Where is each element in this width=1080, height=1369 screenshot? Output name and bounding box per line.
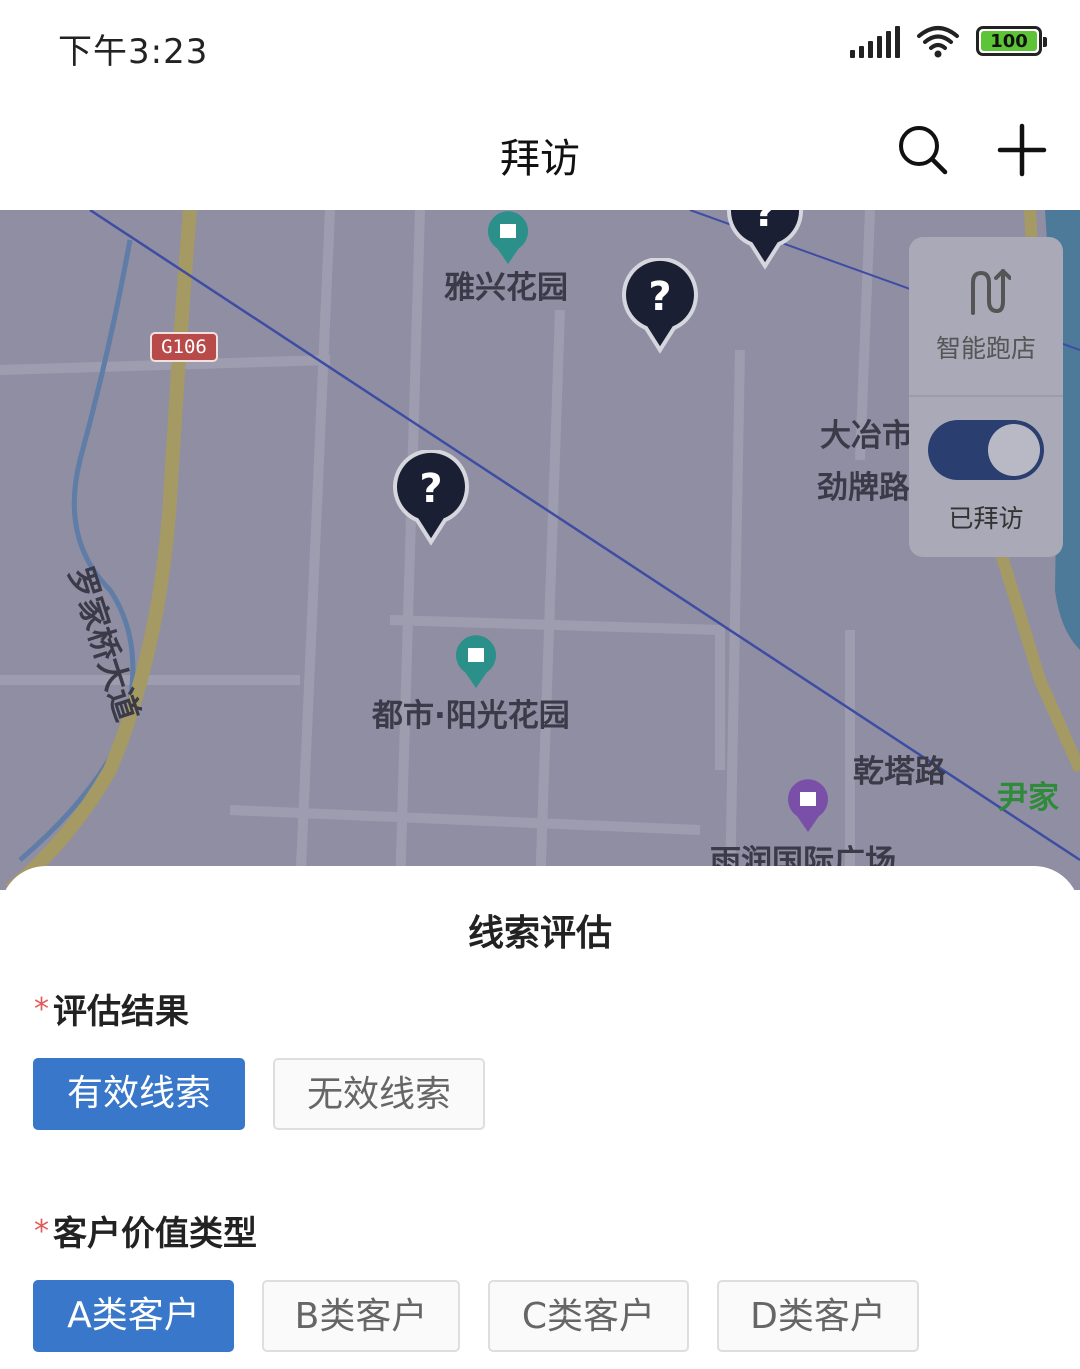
road-shield-g106: G106	[150, 332, 218, 362]
question-pin-icon[interactable]: ?	[393, 450, 469, 546]
wifi-icon	[917, 26, 959, 58]
shopping-poi-icon	[788, 779, 828, 832]
option-type-c[interactable]: C类客户	[488, 1280, 689, 1352]
required-mark: *	[34, 992, 49, 1027]
map-view[interactable]: G106 雅兴花园 大冶市 劲牌路 都市·阳光花园 乾塔路 尹家 雨润国际广场 …	[0, 210, 1080, 890]
option-valid-lead[interactable]: 有效线索	[33, 1058, 245, 1130]
map-label-jinpai: 劲牌路	[817, 470, 910, 506]
svg-text:?: ?	[648, 274, 671, 320]
map-label-yinjia: 尹家	[997, 780, 1059, 816]
option-type-b[interactable]: B类客户	[262, 1280, 460, 1352]
visited-label: 已拜访	[948, 504, 1024, 533]
svg-text:?: ?	[419, 466, 442, 512]
map-label-dayeshi: 大冶市	[820, 418, 913, 454]
toggle-knob	[988, 424, 1040, 476]
map-label-dushi: 都市·阳光花园	[372, 698, 570, 734]
option-type-d[interactable]: D类客户	[717, 1280, 919, 1352]
option-invalid-lead[interactable]: 无效线索	[273, 1058, 485, 1130]
status-icons: 100	[850, 24, 1047, 58]
nav-bar: 拜访	[0, 90, 1080, 210]
signal-icon	[850, 24, 900, 58]
search-icon[interactable]	[892, 120, 952, 180]
map-label-yaxing: 雅兴花园	[444, 270, 568, 306]
sheet-title: 线索评估	[467, 913, 612, 954]
status-bar: 下午3:23 100	[0, 0, 1080, 90]
required-mark: *	[34, 1214, 49, 1249]
customer-type-label: * 客户价值类型	[34, 1206, 257, 1255]
map-label-qianta: 乾塔路	[853, 754, 946, 790]
battery-level: 100	[981, 31, 1037, 52]
svg-text:?: ?	[753, 210, 776, 236]
eval-result-label: * 评估结果	[34, 984, 189, 1033]
option-type-a[interactable]: A类客户	[33, 1280, 234, 1352]
residence-poi-icon	[488, 211, 528, 264]
divider	[909, 395, 1063, 397]
lead-evaluation-sheet: 线索评估 * 评估结果 有效线索 无效线索 * 客户价值类型 A类客户 B类客户 C…	[0, 866, 1080, 1369]
battery-icon: 100	[976, 26, 1047, 56]
customer-type-label-text: 客户价值类型	[53, 1214, 257, 1254]
question-pin-icon[interactable]: ?	[727, 210, 803, 270]
residence-poi-icon	[456, 635, 496, 688]
add-icon[interactable]	[992, 120, 1052, 180]
question-pin-icon[interactable]: ?	[622, 258, 698, 354]
eval-result-label-text: 评估结果	[53, 992, 189, 1032]
smart-route-label[interactable]: 智能跑店	[909, 329, 1063, 365]
route-icon[interactable]	[961, 267, 1011, 317]
status-time: 下午3:23	[58, 32, 209, 72]
smart-panel: 智能跑店 已拜访	[909, 237, 1063, 557]
visited-toggle[interactable]	[928, 420, 1044, 480]
